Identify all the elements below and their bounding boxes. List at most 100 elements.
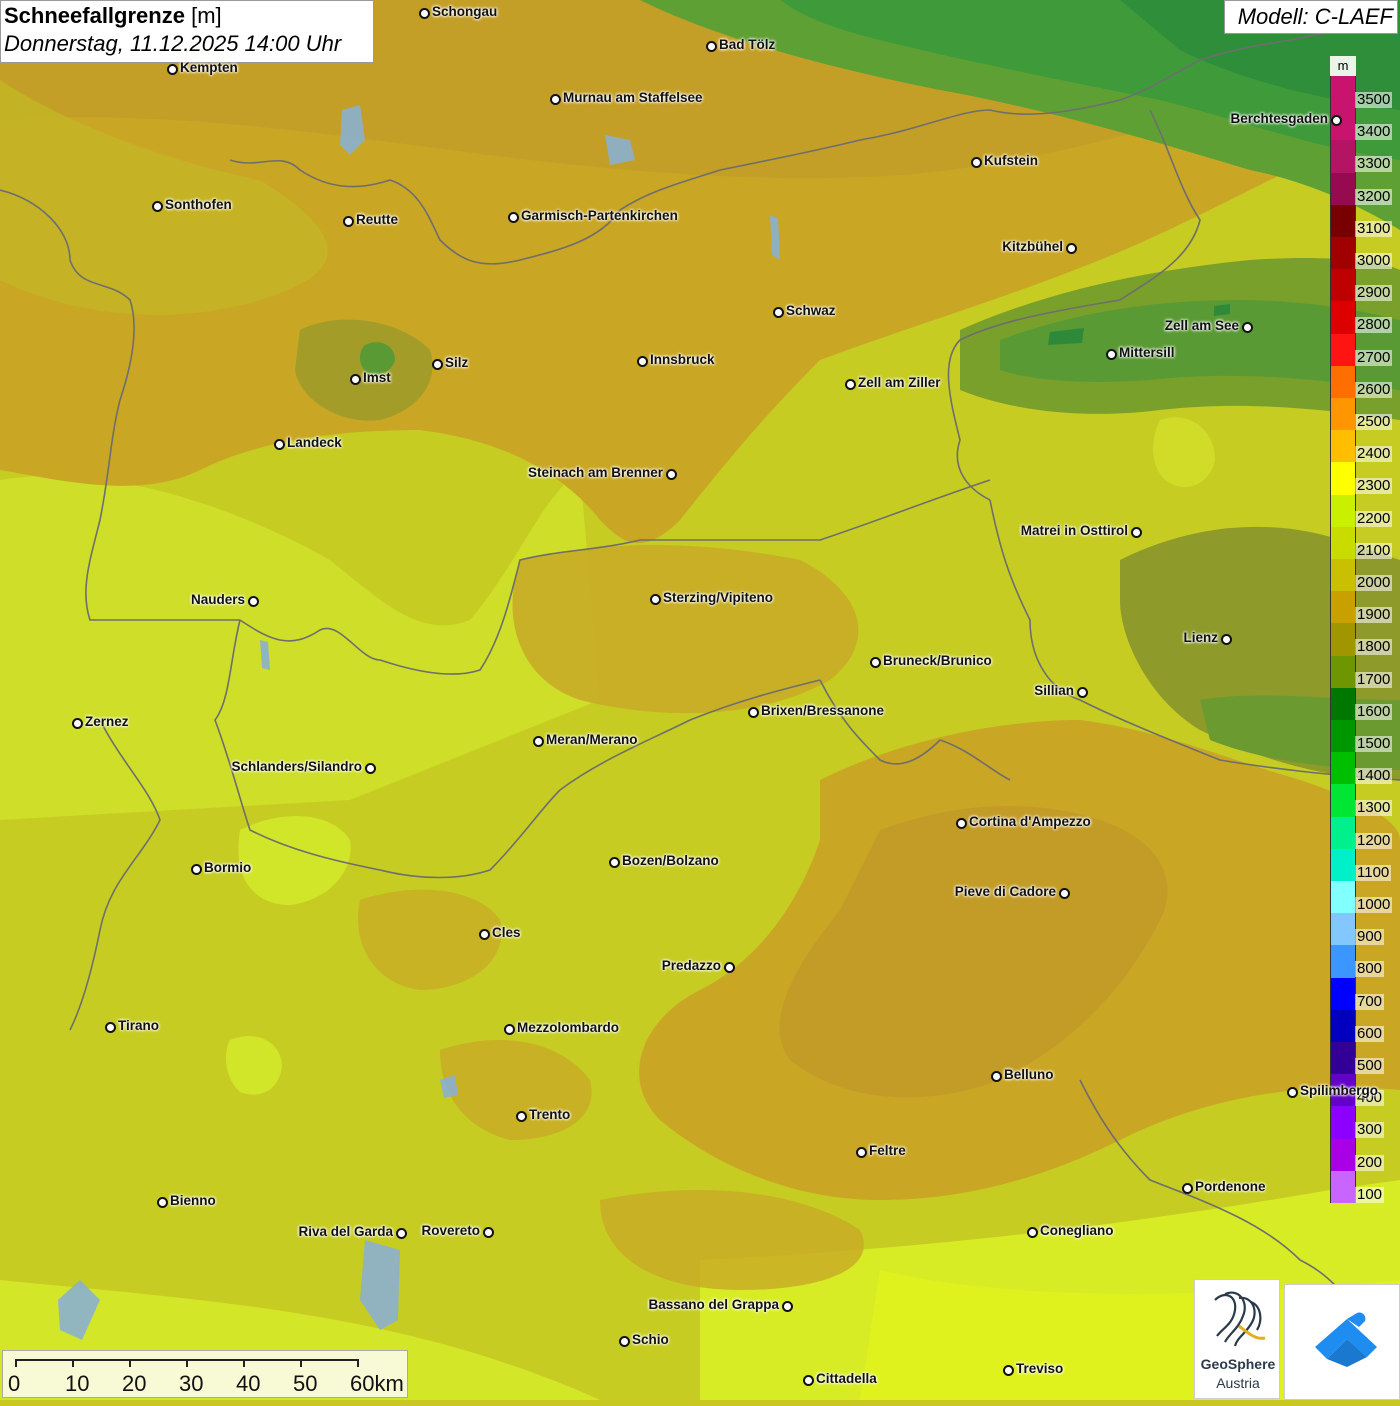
town-marker [706,41,717,52]
legend-label: 1000 [1355,896,1393,913]
town-label: Schongau [432,4,498,19]
town-marker [991,1071,1002,1082]
town-marker [343,216,354,227]
mountain-icon [1315,1312,1377,1367]
town-marker [1059,888,1070,899]
town-label: Feltre [869,1143,906,1158]
town-label: Pordenone [1195,1179,1266,1194]
legend-swatch [1330,430,1356,463]
legend-swatch [1330,687,1356,721]
scale-tick [129,1359,131,1367]
town-label: Rovereto [421,1223,480,1238]
legend-swatch [1330,623,1356,657]
scale-label: 40 [236,1371,261,1396]
town-label: Sonthofen [165,197,232,212]
town-marker [1066,243,1077,254]
town-marker [350,374,361,385]
legend-label: 1600 [1355,702,1393,720]
town-marker [1287,1087,1298,1098]
geosphere-austria-logo[interactable]: GeoSphere Austria [1194,1279,1280,1399]
map-title-box: Schneefallgrenze [m] Donnerstag, 11.12.2… [0,0,374,63]
town-marker [248,596,259,607]
town-label: Schio [632,1332,669,1347]
legend-label: 2600 [1355,380,1393,398]
scale-label: 10 [65,1371,90,1396]
town-label: Mezzolombardo [517,1020,620,1035]
town-label: Bormio [204,860,252,875]
legend-label: 200 [1355,1153,1385,1171]
legend-swatch [1330,204,1356,238]
legend-swatch [1330,526,1356,560]
legend-swatch [1330,172,1356,206]
legend-swatch [1330,720,1356,753]
town-marker [782,1301,793,1312]
town-marker [1131,527,1142,538]
town-label: Sillian [1034,683,1074,698]
town-marker [105,1022,116,1033]
town-label: Kempten [180,60,238,75]
town-marker [1182,1183,1193,1194]
town-marker [803,1375,814,1386]
model-label: Modell: C-LAEF [1224,0,1398,34]
town-marker [956,818,967,829]
town-marker [1106,349,1117,360]
legend-swatch [1330,559,1356,592]
legend-label: 1900 [1355,606,1393,624]
scale-tick [243,1359,245,1367]
legend-swatch [1330,398,1356,431]
legend-swatch [1330,365,1356,399]
legend-swatch [1330,816,1356,850]
town-label: Meran/Merano [546,732,638,747]
town-label: Zernez [85,714,129,729]
town-label: Murnau am Staffelsee [563,90,703,105]
town-marker [167,64,178,75]
legend-swatch [1330,977,1356,1011]
town-label: Nauders [190,592,245,607]
town-marker [666,469,677,480]
town-label: Silz [445,355,469,370]
town-marker [1003,1365,1014,1376]
legend-swatch [1330,1042,1356,1075]
town-marker [516,1111,527,1122]
legend-swatch [1330,913,1356,946]
town-label: Zell am See [1164,318,1239,333]
town-label: Landeck [287,435,342,450]
snow-forecast-logo[interactable] [1284,1284,1400,1400]
town-marker [856,1147,867,1158]
town-label: Treviso [1016,1361,1064,1376]
legend-label: 2700 [1355,348,1393,366]
town-label: Spilimbergo [1300,1083,1379,1098]
town-marker [748,707,759,718]
legend-label: 900 [1355,928,1385,946]
geosphere-icon [1214,1291,1266,1347]
legend-swatch [1330,881,1356,914]
town-marker [157,1197,168,1208]
town-marker [419,8,430,19]
town-label: Cles [492,925,521,940]
scale-tick [72,1359,74,1367]
town-marker [191,864,202,875]
legend-label: 500 [1355,1057,1385,1074]
town-marker [504,1024,515,1035]
legend-swatch [1330,269,1356,302]
town-label: Bruneck/Brunico [883,653,992,668]
scale-bar: 0 10 20 30 40 50 60km [2,1350,408,1398]
scale-tick [300,1359,302,1367]
town-marker [971,157,982,168]
town-label: Sterzing/Vipiteno [663,590,774,605]
legend-swatch [1330,1009,1356,1043]
town-marker [274,439,285,450]
town-marker [396,1228,407,1239]
town-label: Matrei in Osttirol [1020,523,1128,538]
town-label: Conegliano [1040,1223,1114,1238]
legend-label: 2000 [1355,574,1393,591]
scale-tick [357,1359,359,1367]
legend-label: 1800 [1355,638,1393,656]
legend-swatch [1330,848,1356,882]
town-label: Garmisch-Partenkirchen [521,208,678,223]
town-marker [650,594,661,605]
town-label: Berchtesgaden [1230,111,1328,126]
town-marker [550,94,561,105]
legend-label: 2500 [1355,413,1393,430]
legend-label: 800 [1355,960,1385,978]
